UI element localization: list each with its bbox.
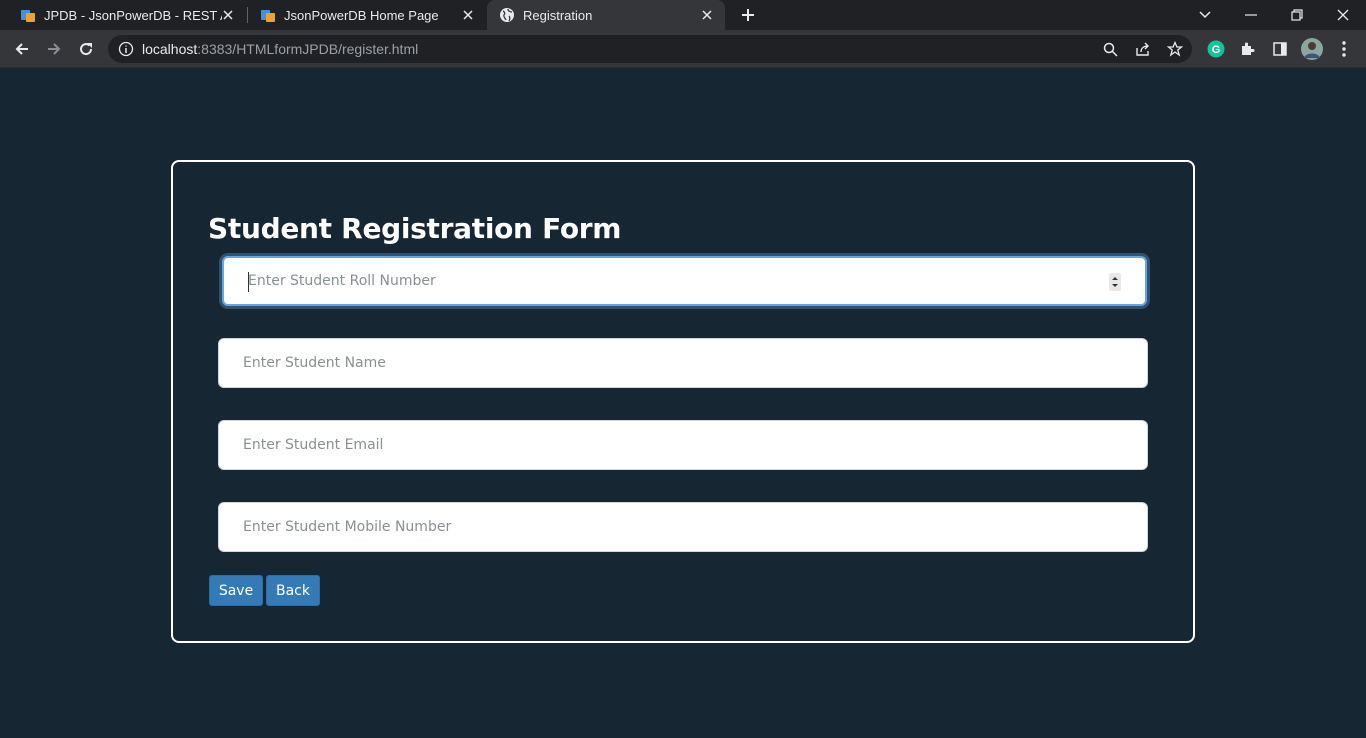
email-input[interactable] <box>219 421 1147 469</box>
tab-title: JPDB - JsonPowerDB - REST API J <box>44 7 222 23</box>
restore-icon <box>1291 9 1303 21</box>
extensions-button[interactable] <box>1236 37 1260 61</box>
jpdb-favicon <box>21 10 35 22</box>
roll-number-field <box>222 256 1147 306</box>
back-button[interactable]: Back <box>266 575 320 606</box>
minimize-button[interactable] <box>1228 0 1274 30</box>
close-window-button[interactable] <box>1320 0 1366 30</box>
mobile-field <box>218 502 1148 552</box>
close-icon[interactable] <box>460 7 476 23</box>
url-host: localhost <box>142 41 198 57</box>
avatar <box>1301 38 1323 60</box>
address-bar[interactable]: localhost:8383/HTMLformJPDB/register.htm… <box>108 35 1192 63</box>
minimize-icon <box>1245 14 1257 16</box>
grammarly-letter: G <box>1212 44 1221 56</box>
close-icon[interactable] <box>699 7 715 23</box>
roll-number-input[interactable] <box>224 258 1145 304</box>
mobile-input[interactable] <box>219 503 1147 551</box>
side-panel-button[interactable] <box>1268 37 1292 61</box>
browser-toolbar: localhost:8383/HTMLformJPDB/register.htm… <box>0 30 1366 68</box>
side-panel-icon <box>1273 42 1287 56</box>
chevron-down-icon <box>1199 11 1211 19</box>
email-field <box>218 420 1148 470</box>
url-text[interactable]: localhost:8383/HTMLformJPDB/register.htm… <box>142 41 418 57</box>
bookmark-star-icon[interactable] <box>1166 40 1184 58</box>
tab-title: JsonPowerDB Home Page <box>284 7 439 23</box>
plus-icon <box>742 9 754 21</box>
more-vert-icon <box>1342 41 1346 57</box>
arrow-right-icon <box>48 43 61 55</box>
tab-strip: JPDB - JsonPowerDB - REST API J JsonPowe… <box>0 0 1366 30</box>
jpdb-favicon <box>261 10 275 22</box>
tab-title: Registration <box>523 7 593 23</box>
save-button[interactable]: Save <box>209 575 263 606</box>
tab-search-button[interactable] <box>1182 0 1228 30</box>
tab-jpdb-home[interactable]: JsonPowerDB Home Page <box>248 0 486 30</box>
menu-button[interactable] <box>1332 37 1356 61</box>
close-icon[interactable] <box>220 7 236 23</box>
reload-button[interactable] <box>74 37 98 61</box>
share-icon[interactable] <box>1134 40 1152 58</box>
zoom-icon[interactable] <box>1101 40 1119 58</box>
forward-nav-button[interactable] <box>42 37 66 61</box>
profile-button[interactable] <box>1300 37 1324 61</box>
name-input[interactable] <box>219 339 1147 387</box>
back-nav-button[interactable] <box>10 37 34 61</box>
url-path: :8383/HTMLformJPDB/register.html <box>197 41 419 57</box>
grammarly-icon: G <box>1207 40 1225 58</box>
new-tab-button[interactable] <box>736 3 760 27</box>
tab-registration[interactable]: Registration <box>487 0 725 30</box>
page-title: Student Registration Form <box>208 212 622 245</box>
reload-icon <box>80 43 93 56</box>
close-icon <box>1337 9 1349 21</box>
number-stepper[interactable] <box>1109 273 1121 291</box>
arrow-left-icon <box>15 43 28 55</box>
stepper-arrows-icon <box>1112 277 1118 287</box>
info-icon[interactable] <box>118 41 134 57</box>
tab-jpdb[interactable]: JPDB - JsonPowerDB - REST API J <box>0 0 246 30</box>
globe-icon <box>500 8 514 22</box>
restore-button[interactable] <box>1274 0 1320 30</box>
name-field <box>218 338 1148 388</box>
grammarly-extension-button[interactable]: G <box>1204 37 1228 61</box>
puzzle-icon <box>1242 42 1255 55</box>
text-caret <box>248 272 249 292</box>
